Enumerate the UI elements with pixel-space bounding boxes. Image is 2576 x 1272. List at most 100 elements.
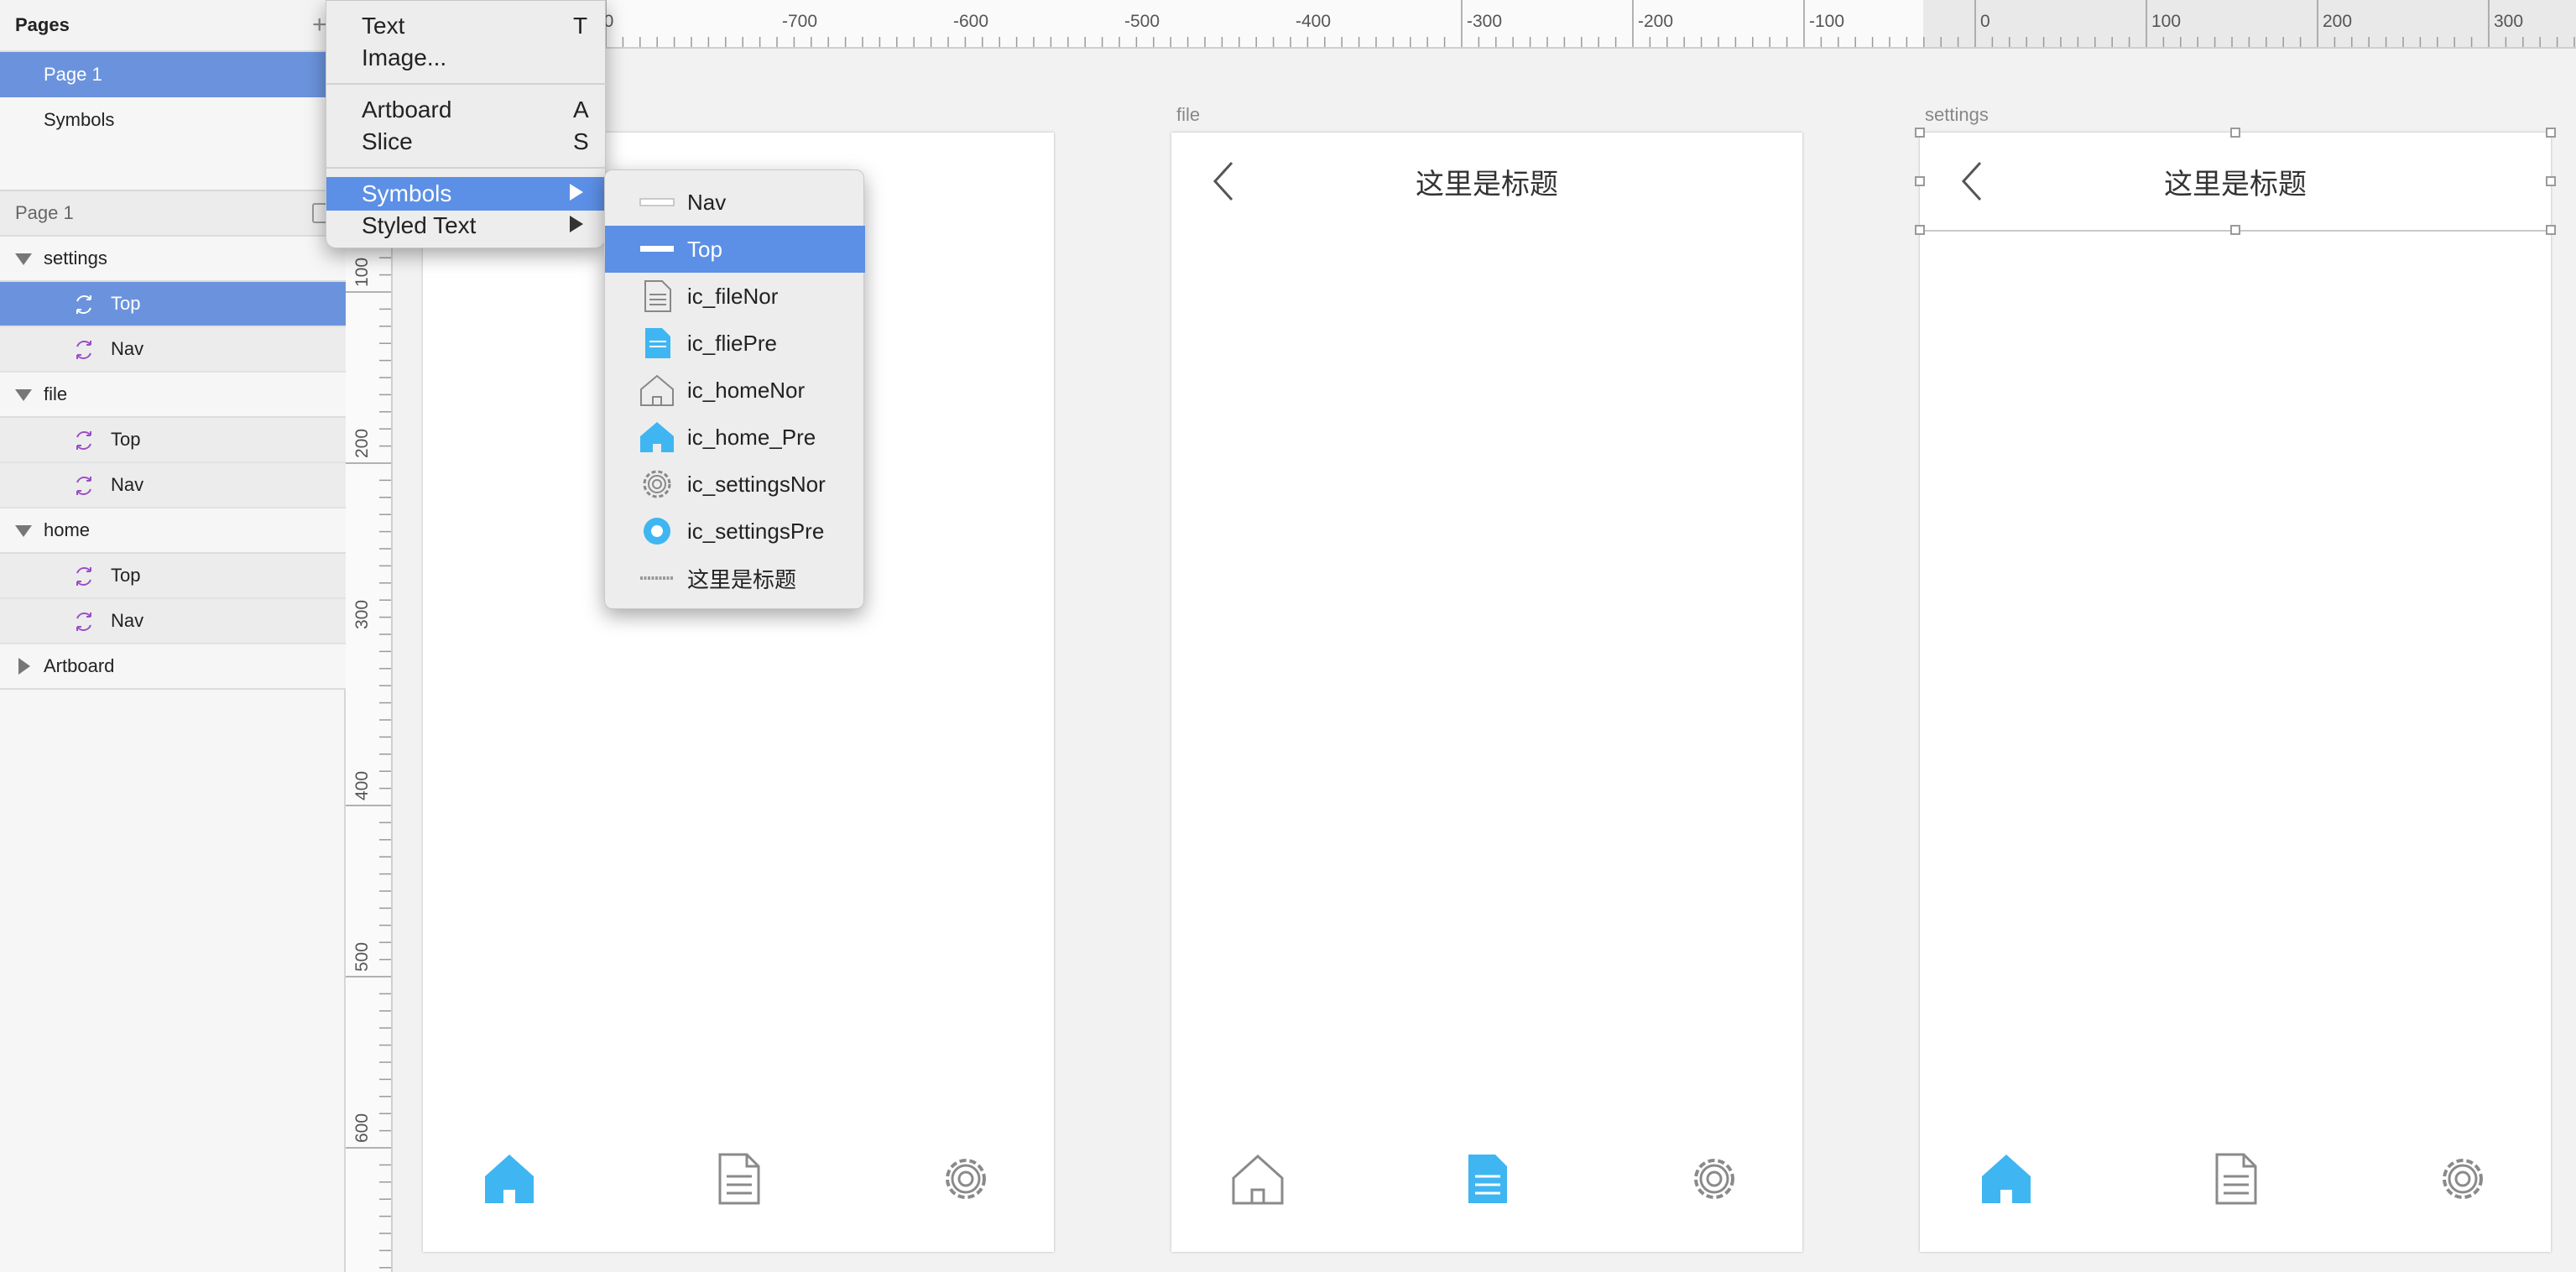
ruler-label: 100: [2151, 12, 2181, 31]
menu-item-artboard[interactable]: Artboard A: [326, 93, 607, 127]
submenu-item-ic-filenor[interactable]: ic_fileNor: [605, 273, 865, 320]
disclosure-open-icon[interactable]: [15, 389, 32, 401]
artboard-settings[interactable]: 这里是标题: [1920, 133, 2551, 1252]
resize-handle[interactable]: [2546, 128, 2556, 138]
resize-handle[interactable]: [1915, 128, 1925, 138]
layer-item-settings-top[interactable]: Top: [0, 282, 346, 327]
resize-handle[interactable]: [2230, 225, 2240, 235]
menu-shortcut: A: [573, 96, 589, 123]
layer-group-file[interactable]: file: [0, 373, 346, 418]
page-item-symbols[interactable]: Symbols: [0, 97, 346, 143]
layer-group-settings[interactable]: settings: [0, 237, 346, 282]
artboard-file[interactable]: 这里是标题: [1171, 133, 1802, 1252]
disclosure-closed-icon[interactable]: [18, 658, 30, 675]
menu-item-slice[interactable]: Slice S: [326, 125, 607, 159]
submenu-item-label: ic_fileNor: [687, 283, 779, 309]
symbols-submenu[interactable]: Nav Top ic_fileNor ic_fliePre ic_homeNor…: [604, 169, 865, 609]
ruler-label: 600: [352, 1113, 372, 1143]
layer-item-home-nav[interactable]: Nav: [0, 599, 346, 644]
file-pressed-icon: [645, 328, 670, 358]
home-pressed-icon[interactable]: [482, 1151, 537, 1207]
resize-handle[interactable]: [1915, 225, 1925, 235]
resize-handle[interactable]: [2546, 225, 2556, 235]
tab-bar[interactable]: [1171, 1151, 1802, 1210]
submenu-item-label: ic_home_Pre: [687, 424, 816, 450]
page-item-label: Page 1: [44, 64, 102, 85]
ruler-label: -400: [1296, 12, 1331, 31]
submenu-item-nav[interactable]: Nav: [605, 179, 865, 226]
file-normal-icon: [644, 280, 671, 312]
insert-menu[interactable]: Text T Image... Artboard A Slice S Symbo…: [326, 0, 607, 248]
layer-item-file-top[interactable]: Top: [0, 418, 346, 463]
home-pressed-icon[interactable]: [1979, 1151, 2034, 1207]
ruler-ticks: 00-700-600-500-400-300-200-1000100200300: [434, 0, 2576, 47]
pages-header: Pages +: [0, 0, 346, 52]
submenu-item-title[interactable]: 这里是标题: [605, 555, 865, 602]
submenu-item-top[interactable]: Top: [605, 226, 865, 273]
tab-bar[interactable]: [423, 1151, 1054, 1210]
tab-bar[interactable]: [1920, 1151, 2551, 1210]
ruler-label: 500: [352, 942, 372, 972]
resize-handle[interactable]: [2546, 176, 2556, 186]
menu-item-image[interactable]: Image...: [326, 41, 607, 75]
group-label: settings: [44, 248, 107, 268]
menu-item-label: Slice: [362, 128, 413, 154]
artboard-label-file[interactable]: file: [1176, 104, 1200, 126]
submenu-item-label: Nav: [687, 189, 727, 215]
menu-item-label: Artboard: [362, 96, 452, 123]
settings-normal-icon[interactable]: [938, 1151, 993, 1207]
resize-handle[interactable]: [2230, 128, 2240, 138]
layer-label: Nav: [111, 610, 144, 631]
menu-item-label: Image...: [362, 44, 447, 70]
group-label: Artboard: [44, 655, 115, 676]
file-normal-icon[interactable]: [712, 1151, 767, 1207]
home-normal-icon[interactable]: [1230, 1151, 1285, 1207]
page-item-label: Symbols: [44, 109, 115, 130]
settings-normal-icon[interactable]: [1687, 1151, 1742, 1207]
ruler-label: -700: [782, 12, 817, 31]
ruler-label: -300: [1467, 12, 1502, 31]
submenu-item-ic-homenor[interactable]: ic_homeNor: [605, 367, 865, 414]
horizontal-ruler[interactable]: 00-700-600-500-400-300-200-1000100200300: [346, 0, 2576, 49]
layers-sidebar: Pages + Page 1 Symbols Page 1 settings T…: [0, 0, 346, 1272]
disclosure-open-icon[interactable]: [15, 253, 32, 265]
ruler-label: -200: [1638, 12, 1673, 31]
symbol-instance-icon: [76, 295, 91, 314]
submenu-item-ic-home-pre[interactable]: ic_home_Pre: [605, 414, 865, 461]
menu-item-text[interactable]: Text T: [326, 9, 607, 43]
ruler-label: -100: [1809, 12, 1844, 31]
menu-item-styled-text[interactable]: Styled Text: [326, 209, 607, 242]
submenu-item-ic-settingsnor[interactable]: ic_settingsNor: [605, 461, 865, 508]
layer-item-file-nav[interactable]: Nav: [0, 463, 346, 508]
settings-pressed-icon: [644, 518, 670, 545]
artboard-label-settings[interactable]: settings: [1925, 104, 1989, 126]
resize-handle[interactable]: [1915, 176, 1925, 186]
settings-normal-icon[interactable]: [2435, 1151, 2490, 1207]
menu-item-symbols[interactable]: Symbols: [326, 177, 607, 211]
current-page-label: Page 1: [15, 202, 74, 223]
layer-item-settings-nav[interactable]: Nav: [0, 327, 346, 373]
submenu-item-ic-settingspre[interactable]: ic_settingsPre: [605, 508, 865, 555]
nav-thumbnail-icon: [639, 198, 675, 206]
file-normal-icon[interactable]: [2208, 1151, 2264, 1207]
home-normal-icon: [640, 374, 674, 406]
layer-label: Nav: [111, 474, 144, 495]
submenu-item-ic-flipre[interactable]: ic_fliePre: [605, 320, 865, 367]
file-pressed-icon[interactable]: [1460, 1151, 1515, 1207]
submenu-item-label: ic_settingsNor: [687, 471, 826, 497]
ruler-label: 400: [352, 771, 372, 800]
artboard-title[interactable]: 这里是标题: [1920, 161, 2551, 202]
add-page-icon[interactable]: +: [312, 11, 327, 39]
layer-label: Top: [111, 429, 141, 450]
submenu-arrow-icon: [570, 216, 583, 232]
layers-header: Page 1: [0, 190, 346, 237]
layer-group-home[interactable]: home: [0, 508, 346, 554]
artboard-title[interactable]: 这里是标题: [1171, 161, 1802, 202]
disclosure-open-icon[interactable]: [15, 525, 32, 537]
page-item-page-1[interactable]: Page 1: [0, 52, 346, 97]
layer-item-home-top[interactable]: Top: [0, 554, 346, 599]
layer-group-artboard[interactable]: Artboard: [0, 644, 346, 690]
submenu-item-label: ic_settingsPre: [687, 518, 825, 544]
layer-label: Top: [111, 565, 141, 586]
menu-shortcut: T: [573, 13, 588, 39]
